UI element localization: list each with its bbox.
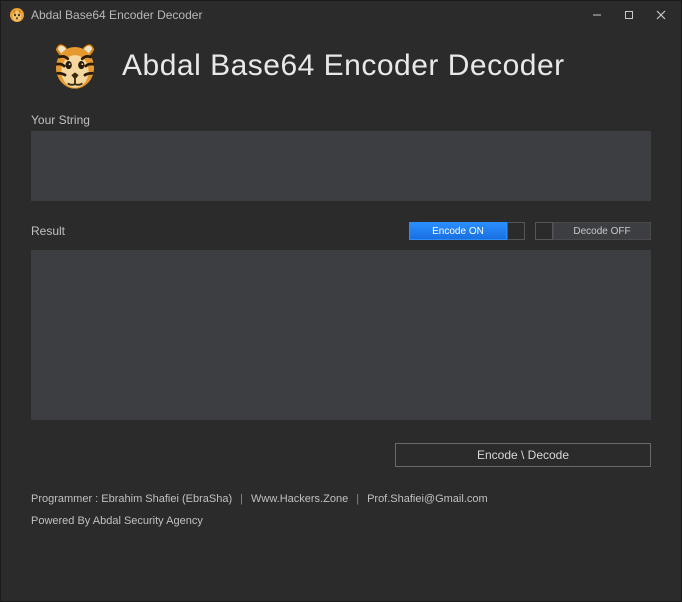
content-area: Abdal Base64 Encoder Decoder Your String… [1,29,681,541]
app-title: Abdal Base64 Encoder Decoder [122,49,565,83]
window-controls [581,4,677,26]
minimize-button[interactable] [581,4,613,26]
result-output[interactable] [31,250,651,420]
action-row: Encode \ Decode [31,443,651,467]
window-title: Abdal Base64 Encoder Decoder [31,8,581,22]
programmer-text: Programmer : Ebrahim Shafiei (EbraSha) [31,493,232,505]
tiger-logo-icon [46,37,104,95]
decode-toggle-handle [535,222,553,240]
maximize-button[interactable] [613,4,645,26]
app-icon-small [9,7,25,23]
header: Abdal Base64 Encoder Decoder [31,37,651,95]
close-button[interactable] [645,4,677,26]
website-text: Www.Hackers.Zone [251,493,348,505]
encode-decode-button[interactable]: Encode \ Decode [395,443,651,467]
decode-toggle[interactable]: Decode OFF [535,222,651,240]
separator: | [356,493,359,505]
email-text: Prof.Shafiei@Gmail.com [367,493,488,505]
input-label: Your String [31,113,651,127]
separator: | [240,493,243,505]
toggle-group: Encode ON Decode OFF [409,222,651,240]
titlebar: Abdal Base64 Encoder Decoder [1,1,681,29]
decode-off-label: Decode OFF [553,222,651,240]
encode-toggle[interactable]: Encode ON [409,222,525,240]
footer-line-1: Programmer : Ebrahim Shafiei (EbraSha) |… [31,493,651,505]
string-input[interactable] [31,131,651,201]
encode-on-label: Encode ON [409,222,507,240]
footer-line-2: Powered By Abdal Security Agency [31,515,651,527]
mid-row: Result Encode ON Decode OFF [31,220,651,242]
encode-toggle-handle [507,222,525,240]
result-label: Result [31,224,409,238]
